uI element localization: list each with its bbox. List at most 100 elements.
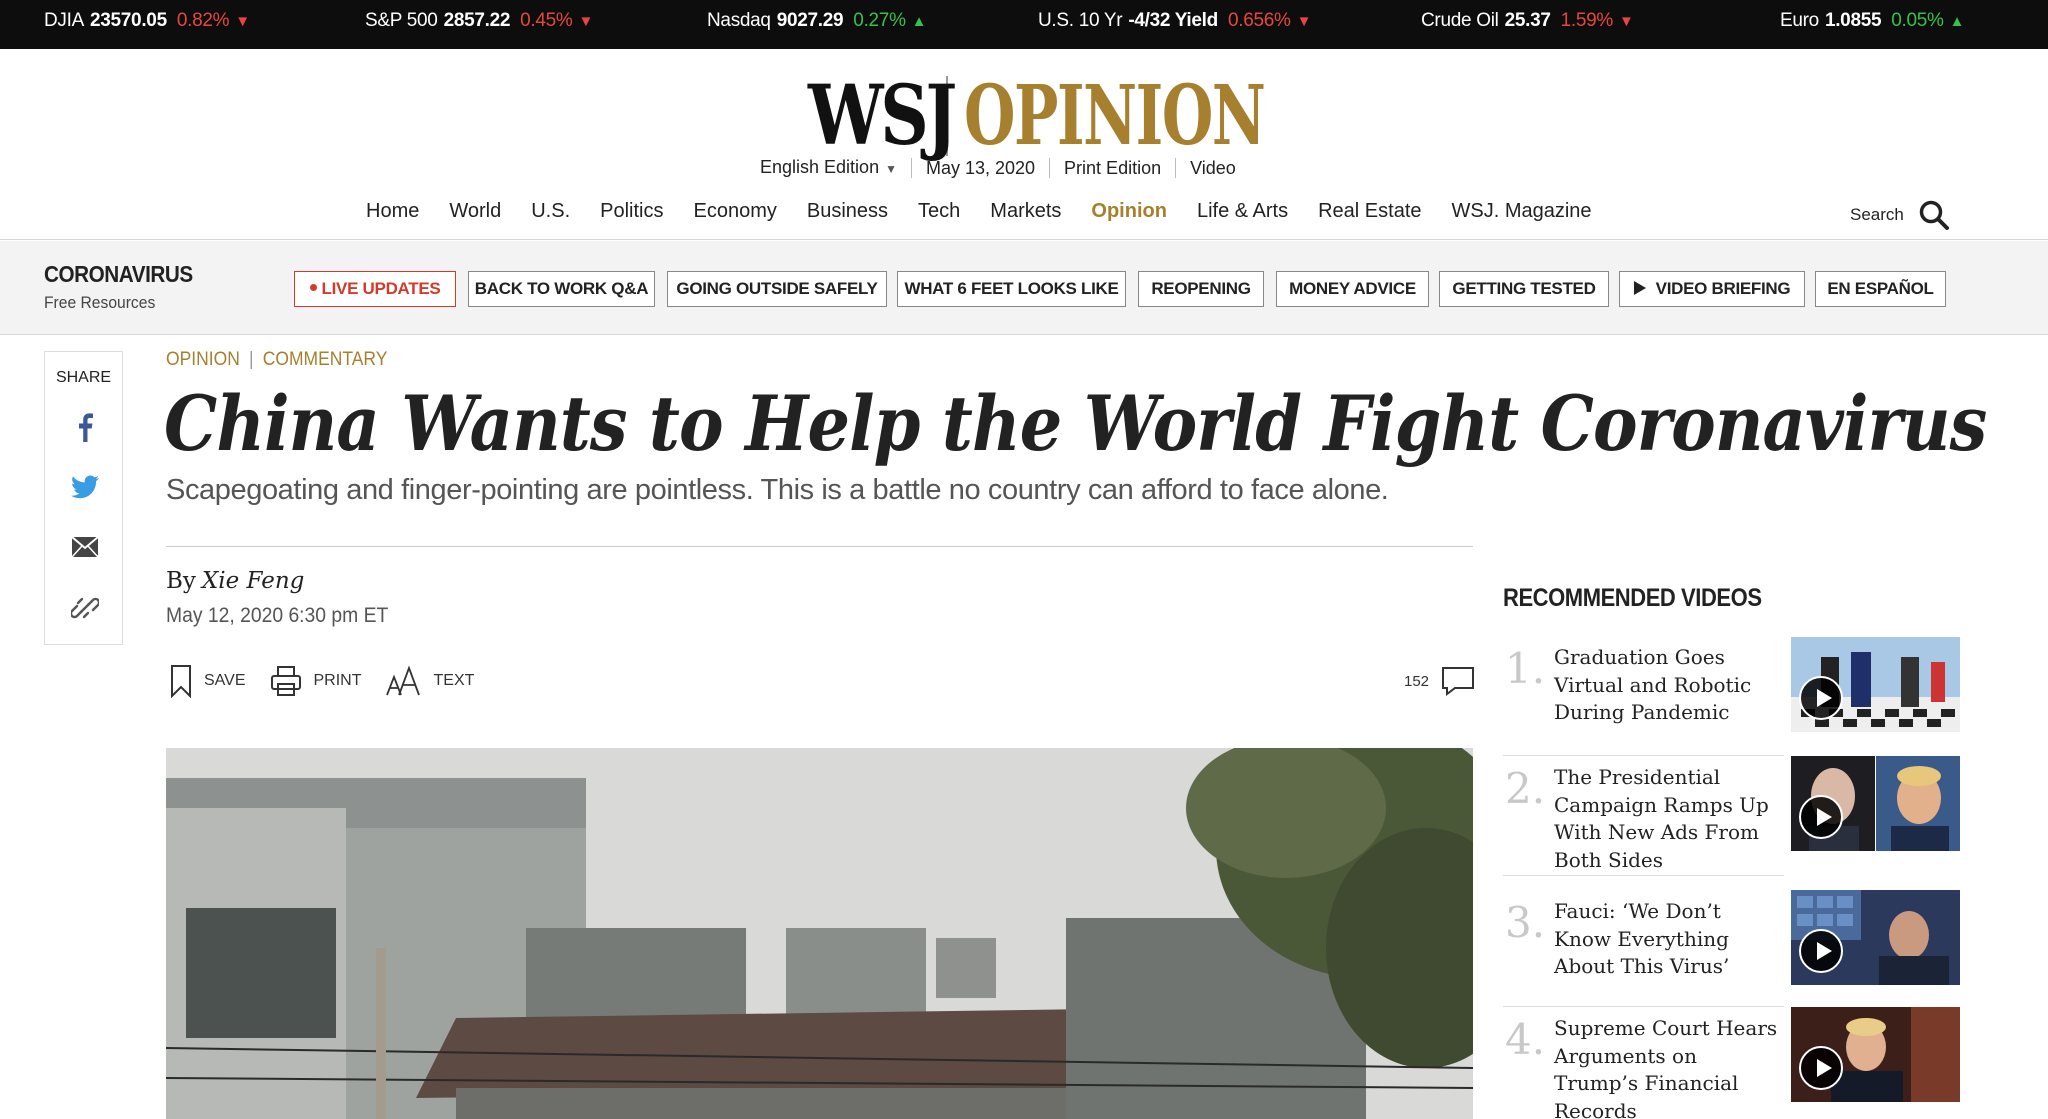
coronavirus-title[interactable]: CORONAVIRUS — [44, 261, 193, 288]
search-label: Search — [1850, 205, 1904, 224]
ticker-name: Nasdaq — [707, 10, 771, 31]
video-item[interactable]: 4. Supreme Court Hears Arguments on Trum… — [1503, 1007, 1961, 1119]
nav-opinion[interactable]: Opinion — [1091, 199, 1167, 223]
article-dek: Scapegoating and finger-pointing are poi… — [166, 474, 1389, 506]
article-kicker: OPINION | COMMENTARY — [166, 349, 387, 371]
video-number: 3. — [1505, 898, 1546, 947]
masthead-subnav: English Edition ▼ May 13, 2020 Print Edit… — [760, 157, 1250, 179]
wsj-logo: WSJ — [808, 68, 957, 164]
ticker-value: 23570.05 — [89, 10, 167, 31]
ticker-name: S&P 500 — [365, 10, 438, 31]
article-headline: China Wants to Help the World Fight Coro… — [164, 379, 1987, 468]
nav-tech[interactable]: Tech — [918, 199, 960, 223]
en-espanol-button[interactable]: EN ESPAÑOL — [1815, 271, 1946, 307]
nav-world[interactable]: World — [449, 199, 501, 223]
share-label: SHARE — [55, 369, 112, 386]
email-share-button[interactable] — [70, 532, 100, 562]
nav-real-estate[interactable]: Real Estate — [1318, 199, 1421, 223]
video-thumbnail[interactable] — [1791, 637, 1960, 732]
video-title[interactable]: Fauci: ‘We Don’t Know Everything About T… — [1554, 898, 1784, 981]
hero-image — [166, 748, 1473, 1119]
down-arrow-icon: ▼ — [235, 13, 250, 30]
video-thumbnail[interactable] — [1791, 756, 1960, 851]
facebook-icon — [79, 413, 93, 442]
twitter-share-button[interactable] — [70, 472, 100, 502]
nav-markets[interactable]: Markets — [990, 199, 1061, 223]
text-size-button[interactable]: TEXT — [385, 665, 474, 697]
save-button[interactable]: SAVE — [170, 664, 246, 698]
nav-home[interactable]: Home — [366, 199, 419, 223]
video-thumbnail[interactable] — [1791, 1007, 1960, 1102]
video-item[interactable]: 1. Graduation Goes Virtual and Robotic D… — [1503, 637, 1961, 744]
ticker-nasdaq[interactable]: Nasdaq 9027.29 0.27% ▲ — [707, 0, 927, 49]
nav-life-arts[interactable]: Life & Arts — [1197, 199, 1288, 223]
ticker-value: 2857.22 — [443, 10, 511, 31]
nav-politics[interactable]: Politics — [600, 199, 663, 223]
video-title[interactable]: Supreme Court Hears Arguments on Trump’s… — [1554, 1015, 1784, 1119]
masthead-date: May 13, 2020 — [910, 158, 1049, 178]
section-link[interactable]: OPINION — [166, 349, 240, 371]
getting-tested-button[interactable]: GETTING TESTED — [1439, 271, 1609, 307]
ticker-sp500[interactable]: S&P 500 2857.22 0.45% ▼ — [365, 0, 593, 49]
nav-economy[interactable]: Economy — [694, 199, 777, 223]
copy-link-button[interactable] — [70, 593, 100, 623]
ticker-euro[interactable]: Euro 1.0855 0.05% ▲ — [1780, 0, 1964, 49]
ticker-name: U.S. 10 Yr — [1038, 10, 1123, 31]
nav-wsj-magazine[interactable]: WSJ. Magazine — [1452, 199, 1592, 223]
ticker-change: 0.45% — [520, 10, 573, 31]
ticker-crude-oil[interactable]: Crude Oil 25.37 1.59% ▼ — [1421, 0, 1634, 49]
video-thumbnail[interactable] — [1791, 890, 1960, 985]
back-to-work-button[interactable]: BACK TO WORK Q&A — [468, 271, 655, 307]
search-button[interactable]: Search — [1850, 199, 1950, 231]
opinion-logo: OPINION — [964, 68, 1266, 164]
video-item[interactable]: 2. The Presidential Campaign Ramps Up Wi… — [1503, 756, 1961, 884]
ticker-us10yr[interactable]: U.S. 10 Yr -4/32 Yield 0.656% ▼ — [1038, 0, 1311, 49]
pill-label: VIDEO BRIEFING — [1655, 279, 1791, 298]
ticker-name: DJIA — [44, 10, 84, 31]
share-rail: SHARE — [44, 351, 123, 645]
nav-business[interactable]: Business — [807, 199, 888, 223]
money-advice-button[interactable]: MONEY ADVICE — [1276, 271, 1429, 307]
nav-us[interactable]: U.S. — [531, 199, 570, 223]
text-size-icon — [385, 665, 420, 696]
video-title[interactable]: The Presidential Campaign Ramps Up With … — [1554, 764, 1784, 874]
divider — [1503, 755, 1784, 756]
play-button-icon — [1799, 676, 1843, 720]
link-icon — [71, 597, 99, 619]
video-title[interactable]: Graduation Goes Virtual and Robotic Duri… — [1554, 644, 1784, 727]
ticker-value: 25.37 — [1504, 10, 1551, 31]
byline-prefix: By — [166, 568, 196, 594]
edition-selector[interactable]: English Edition ▼ — [760, 157, 911, 179]
print-button[interactable]: PRINT — [270, 665, 362, 697]
ticker-change: 0.656% — [1227, 10, 1291, 31]
wsj-opinion-logo[interactable]: WSJ OPINION — [808, 68, 1266, 164]
play-icon — [1633, 280, 1646, 295]
facebook-share-button[interactable] — [70, 412, 100, 442]
coronavirus-subtitle: Free Resources — [44, 293, 156, 312]
six-feet-button[interactable]: WHAT 6 FEET LOOKS LIKE — [897, 271, 1126, 307]
video-link[interactable]: Video — [1175, 158, 1250, 178]
author-link[interactable]: Xie Feng — [202, 568, 305, 594]
ticker-value: 1.0855 — [1824, 10, 1882, 31]
ticker-value: -4/32 Yield — [1128, 10, 1218, 31]
going-outside-button[interactable]: GOING OUTSIDE SAFELY — [667, 271, 887, 307]
printer-icon — [270, 666, 301, 696]
print-edition-link[interactable]: Print Edition — [1049, 158, 1175, 178]
byline: By Xie Feng — [166, 568, 304, 594]
subsection-link[interactable]: COMMENTARY — [263, 349, 388, 371]
reopening-button[interactable]: REOPENING — [1138, 271, 1264, 307]
video-briefing-button[interactable]: VIDEO BRIEFING — [1619, 271, 1805, 307]
ticker-djia[interactable]: DJIA 23570.05 0.82% ▼ — [44, 0, 250, 49]
video-item[interactable]: 3. Fauci: ‘We Don’t Know Everything Abou… — [1503, 890, 1961, 988]
video-number: 2. — [1505, 764, 1546, 813]
masthead: WSJ OPINION English Edition ▼ May 13, 202… — [0, 49, 2048, 240]
live-updates-button[interactable]: LIVE UPDATES — [294, 271, 456, 307]
recommended-videos-title: RECOMMENDED VIDEOS — [1503, 584, 1762, 612]
comments-button[interactable]: 152 — [1404, 666, 1475, 696]
up-arrow-icon: ▲ — [911, 13, 927, 30]
divider — [1503, 1006, 1784, 1007]
ticker-name: Crude Oil — [1421, 10, 1499, 31]
kicker-separator: | — [249, 349, 254, 370]
play-button-icon — [1799, 795, 1843, 839]
ticker-change: 0.05% — [1891, 10, 1944, 31]
